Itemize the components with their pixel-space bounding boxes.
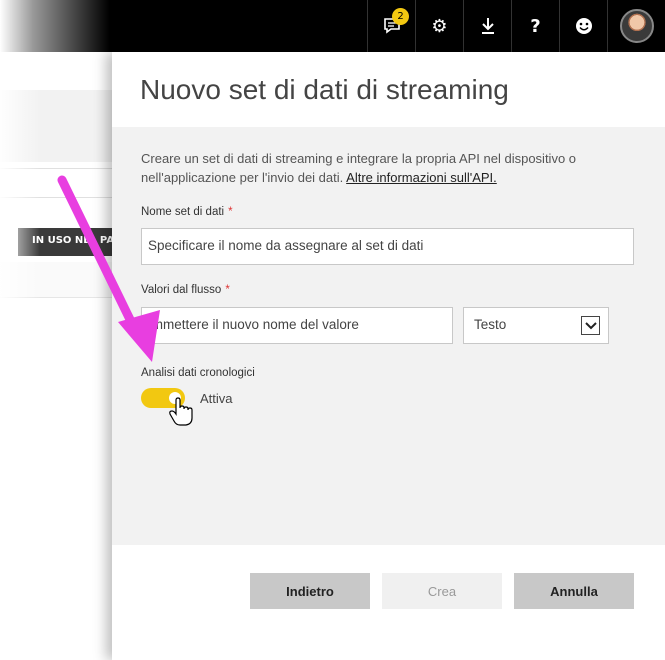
help-button[interactable]: ? xyxy=(511,0,559,52)
dataset-name-label-text: Nome set di dati xyxy=(141,206,225,218)
value-type-selected: Testo xyxy=(474,317,507,332)
api-info-link[interactable]: Altre informazioni sull'API. xyxy=(346,170,497,185)
settings-button[interactable]: ⚙ xyxy=(415,0,463,52)
history-label: Analisi dati cronologici xyxy=(141,367,255,379)
streaming-dataset-panel: Nuovo set di dati di streaming Creare un… xyxy=(112,52,665,660)
gear-icon: ⚙ xyxy=(431,15,448,37)
history-toggle[interactable] xyxy=(141,388,185,408)
feedback-button[interactable] xyxy=(559,0,607,52)
required-marker: * xyxy=(228,206,233,218)
download-button[interactable] xyxy=(463,0,511,52)
background-fade xyxy=(0,52,40,660)
background-tab-label: IN USO NEL PAS xyxy=(32,235,112,246)
notifications-badge: 2 xyxy=(392,8,409,25)
help-icon: ? xyxy=(530,15,541,37)
panel-title: Nuovo set di dati di streaming xyxy=(140,74,509,105)
cancel-button[interactable]: Annulla xyxy=(514,573,634,609)
avatar xyxy=(619,9,654,43)
chevron-down-icon[interactable] xyxy=(581,316,600,335)
feedback-smiley-icon xyxy=(575,18,592,34)
notifications-button[interactable]: 2 xyxy=(367,0,415,52)
panel-header: Nuovo set di dati di streaming xyxy=(112,52,665,127)
dataset-name-input[interactable]: Specificare il nome da assegnare al set … xyxy=(141,228,634,265)
value-name-placeholder: Immettere il nuovo nome del valore xyxy=(148,317,359,332)
stream-values-label: Valori dal flusso * xyxy=(141,284,230,296)
dataset-name-placeholder: Specificare il nome da assegnare al set … xyxy=(148,238,424,253)
top-bar-fade xyxy=(0,0,110,52)
screen: IN USO NEL PAS 2 ⚙ ? xyxy=(0,0,665,660)
account-button[interactable] xyxy=(607,0,665,52)
value-name-input[interactable]: Immettere il nuovo nome del valore xyxy=(141,307,453,344)
toggle-knob xyxy=(169,392,181,404)
dataset-name-label: Nome set di dati * xyxy=(141,206,233,218)
create-button[interactable]: Crea xyxy=(382,573,502,609)
value-type-select[interactable]: Testo xyxy=(463,307,609,344)
required-marker: * xyxy=(225,284,230,296)
history-toggle-state: Attiva xyxy=(200,391,233,406)
panel-description: Creare un set di dati di streaming e int… xyxy=(141,149,621,187)
back-button[interactable]: Indietro xyxy=(250,573,370,609)
download-icon xyxy=(481,18,494,34)
panel-body: Creare un set di dati di streaming e int… xyxy=(112,127,665,545)
top-bar: 2 ⚙ ? xyxy=(0,0,665,52)
stream-values-label-text: Valori dal flusso xyxy=(141,284,222,296)
panel-footer: Indietro Crea Annulla xyxy=(112,545,665,660)
